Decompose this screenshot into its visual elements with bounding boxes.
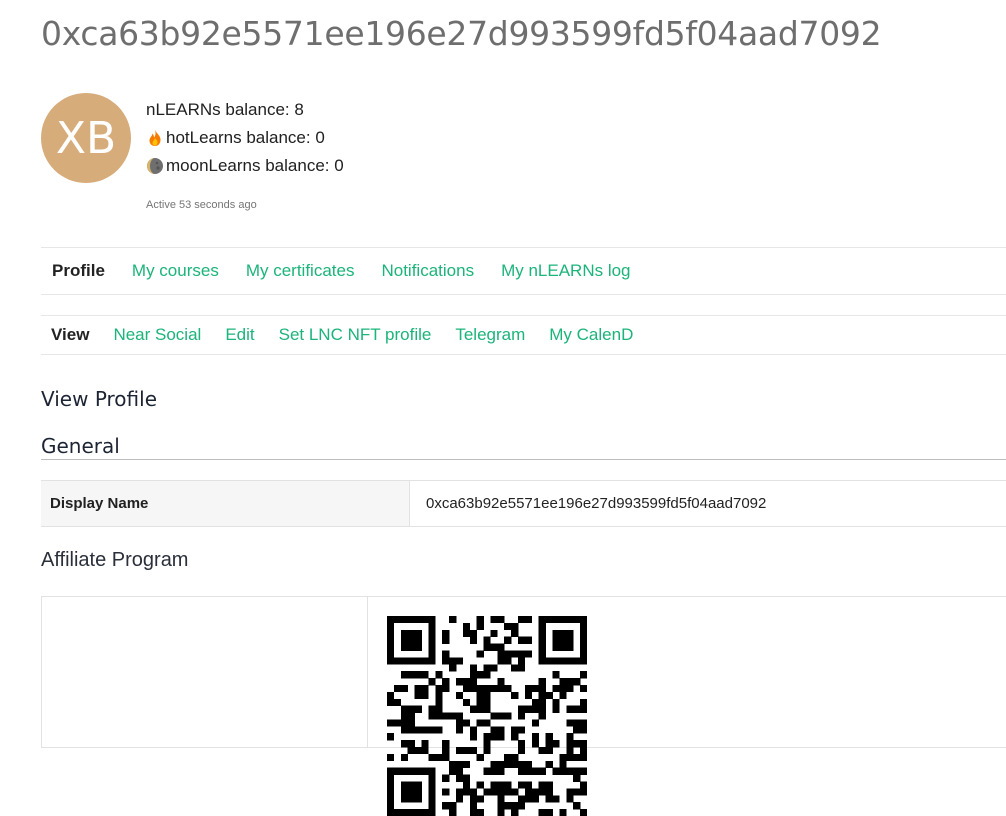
nlearns-balance-text: nLEARNs balance: 8 bbox=[146, 100, 304, 119]
hotlearns-balance: hotLearns balance: 0 bbox=[146, 124, 344, 152]
general-heading: General bbox=[41, 434, 120, 458]
tab-my-courses[interactable]: My courses bbox=[132, 261, 219, 281]
tab-notifications[interactable]: Notifications bbox=[381, 261, 474, 281]
balances: nLEARNs balance: 8 hotLearns balance: 0 … bbox=[146, 96, 344, 180]
affiliate-heading: Affiliate Program bbox=[41, 549, 189, 571]
moonlearns-balance: moonLearns balance: 0 bbox=[146, 152, 344, 180]
hotlearns-balance-text: hotLearns balance: 0 bbox=[166, 128, 325, 147]
moonlearns-balance-text: moonLearns balance: 0 bbox=[166, 156, 344, 175]
tab-my-nlearns-log[interactable]: My nLEARNs log bbox=[501, 261, 630, 281]
avatar-initials: XB bbox=[55, 112, 117, 164]
affiliate-table bbox=[41, 596, 1006, 816]
secondary-tabs: View Near Social Edit Set LNC NFT profil… bbox=[41, 315, 1006, 355]
subtab-set-lnc-nft-profile[interactable]: Set LNC NFT profile bbox=[279, 325, 432, 345]
subtab-near-social[interactable]: Near Social bbox=[113, 325, 201, 345]
subtab-edit[interactable]: Edit bbox=[225, 325, 254, 345]
subtab-my-calend[interactable]: My CalenD bbox=[549, 325, 633, 345]
view-profile-heading: View Profile bbox=[41, 387, 158, 411]
display-name-value: 0xca63b92e5571ee196e27d993599fd5f04aad70… bbox=[426, 495, 767, 512]
page-title: 0xca63b92e5571ee196e27d993599fd5f04aad70… bbox=[41, 14, 882, 53]
general-divider bbox=[41, 459, 1006, 460]
display-name-label: Display Name bbox=[41, 481, 410, 526]
tab-my-certificates[interactable]: My certificates bbox=[246, 261, 355, 281]
subtab-view[interactable]: View bbox=[51, 325, 89, 345]
avatar[interactable]: XB bbox=[41, 93, 131, 183]
subtab-telegram[interactable]: Telegram bbox=[455, 325, 525, 345]
display-name-row: Display Name 0xca63b92e5571ee196e27d9935… bbox=[41, 480, 1006, 527]
fire-icon bbox=[146, 129, 164, 147]
qr-code-icon bbox=[387, 616, 587, 816]
affiliate-label-cell bbox=[42, 597, 368, 747]
nlearns-balance: nLEARNs balance: 8 bbox=[146, 96, 344, 124]
primary-tabs: Profile My courses My certificates Notif… bbox=[41, 247, 1006, 295]
moon-icon bbox=[146, 157, 164, 175]
active-status: Active 53 seconds ago bbox=[146, 199, 257, 211]
tab-profile[interactable]: Profile bbox=[52, 261, 105, 281]
